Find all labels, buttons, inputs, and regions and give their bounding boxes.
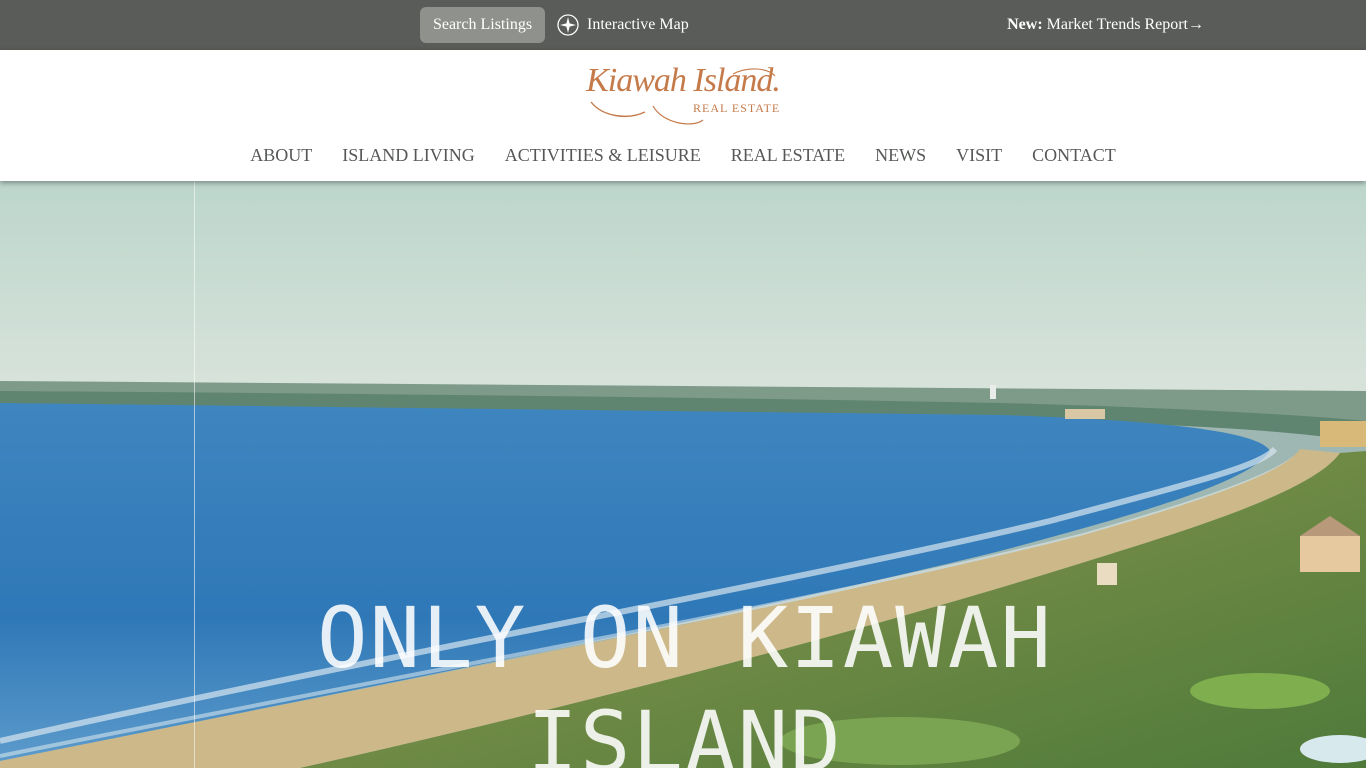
nav-item-activities-leisure[interactable]: ACTIVITIES & LEISURE xyxy=(505,145,701,166)
compass-icon xyxy=(557,14,579,36)
nav-item-news[interactable]: NEWS xyxy=(875,145,926,166)
nav-item-real-estate[interactable]: REAL ESTATE xyxy=(731,145,845,166)
market-trends-link[interactable]: New: Market Trends Report→ xyxy=(1007,14,1204,36)
logo[interactable]: Kiawah Island. REAL ESTATE xyxy=(583,62,783,128)
logo-script-text: Kiawah Island. xyxy=(586,62,781,99)
hero-title: ONLY ON KIAWAH ISLAND xyxy=(316,589,1053,768)
utility-bar: Search Listings Interactive Map New: Mar… xyxy=(0,0,1366,50)
main-nav: ABOUT ISLAND LIVING ACTIVITIES & LEISURE… xyxy=(0,145,1366,166)
logo-subtitle: REAL ESTATE xyxy=(693,101,781,115)
nav-item-visit[interactable]: VISIT xyxy=(956,145,1002,166)
new-badge: New: xyxy=(1007,16,1043,33)
nav-item-about[interactable]: ABOUT xyxy=(250,145,312,166)
hero-divider-line xyxy=(194,181,195,768)
nav-item-island-living[interactable]: ISLAND LIVING xyxy=(342,145,474,166)
nav-item-contact[interactable]: CONTACT xyxy=(1032,145,1116,166)
interactive-map-link[interactable]: Interactive Map xyxy=(557,14,689,36)
hero-banner: ONLY ON KIAWAH ISLAND xyxy=(0,181,1366,768)
site-header: Kiawah Island. REAL ESTATE ABOUT ISLAND … xyxy=(0,50,1366,181)
interactive-map-label: Interactive Map xyxy=(587,16,689,33)
search-listings-button[interactable]: Search Listings xyxy=(420,7,545,43)
market-trends-label: Market Trends Report→ xyxy=(1046,16,1204,33)
